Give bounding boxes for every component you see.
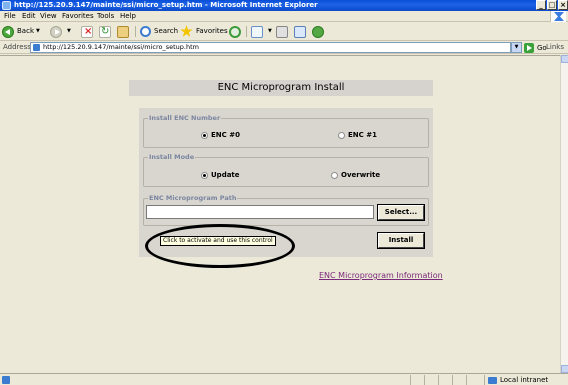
star-icon <box>180 25 193 37</box>
address-url: http://125.20.9.147/mainte/ssi/micro_set… <box>43 43 199 51</box>
go-button[interactable]: Go <box>524 42 547 53</box>
address-bar: Address http://125.20.9.147/mainte/ssi/m… <box>0 41 568 54</box>
status-cell <box>410 375 424 385</box>
highlight-ellipse <box>145 224 295 268</box>
chevron-down-icon[interactable]: ▼ <box>268 25 272 38</box>
close-button[interactable]: × <box>558 0 568 10</box>
select-button[interactable]: Select... <box>377 204 425 221</box>
zone-label: Local intranet <box>500 376 549 384</box>
install-mode-group: Install Mode Update Overwrite <box>143 153 429 187</box>
update-radio[interactable] <box>201 172 208 179</box>
stop-button[interactable] <box>81 25 96 38</box>
links-button[interactable]: Links <box>546 43 564 52</box>
favorites-label: Favorites <box>196 27 228 35</box>
chevron-down-icon[interactable]: ▼ <box>36 25 40 38</box>
minimize-button[interactable]: _ <box>536 0 546 10</box>
overwrite-option[interactable]: Overwrite <box>331 171 380 180</box>
install-button[interactable]: Install <box>377 232 425 249</box>
enc1-radio[interactable] <box>338 132 345 139</box>
microprogram-path-input[interactable] <box>146 205 374 219</box>
page-icon <box>33 44 40 51</box>
address-input[interactable]: http://125.20.9.147/mainte/ssi/micro_set… <box>30 42 511 53</box>
scroll-down-button[interactable] <box>561 365 568 373</box>
mail-icon <box>251 25 263 38</box>
windows-logo-icon <box>550 11 566 22</box>
maximize-button[interactable]: □ <box>547 0 557 10</box>
status-cell <box>424 375 438 385</box>
enc0-option[interactable]: ENC #0 <box>201 131 240 140</box>
standard-toolbar: Back ▼ ▼ Search Favorites ▼ <box>0 22 568 41</box>
enc1-label: ENC #1 <box>348 131 377 139</box>
enc-number-legend: Install ENC Number <box>148 114 222 123</box>
refresh-icon <box>99 25 111 38</box>
window-title-bar[interactable]: http://125.20.9.147/mainte/ssi/micro_set… <box>0 0 568 11</box>
back-arrow-icon <box>2 25 14 38</box>
refresh-button[interactable] <box>99 25 114 38</box>
install-mode-legend: Install Mode <box>148 153 196 162</box>
search-icon <box>140 26 151 37</box>
stop-icon <box>81 25 93 38</box>
overwrite-radio[interactable] <box>331 172 338 179</box>
vertical-scrollbar[interactable] <box>560 55 568 373</box>
address-label: Address <box>3 43 31 51</box>
print-button[interactable] <box>276 25 291 38</box>
menu-favorites[interactable]: Favorites <box>62 12 94 21</box>
toolbar-separator <box>246 26 247 37</box>
status-cell <box>452 375 466 385</box>
edit-page-icon <box>294 25 306 38</box>
ie-app-icon[interactable] <box>2 1 11 10</box>
security-zone[interactable]: Local intranet <box>484 375 548 385</box>
update-label: Update <box>211 171 240 179</box>
chevron-down-icon[interactable]: ▼ <box>67 25 71 38</box>
microprogram-path-legend: ENC Microprogram Path <box>148 194 238 203</box>
media-icon <box>229 25 241 38</box>
window-controls: _ □ × <box>535 0 568 11</box>
forward-arrow-icon <box>50 25 62 38</box>
menu-tools[interactable]: Tools <box>97 12 114 21</box>
status-cell <box>466 375 484 385</box>
enc0-radio[interactable] <box>201 132 208 139</box>
media-button[interactable] <box>229 25 244 38</box>
page-status-icon <box>2 376 10 384</box>
menu-bar: File Edit View Favorites Tools Help <box>0 11 568 22</box>
search-button[interactable]: Search <box>140 25 178 38</box>
enc-number-group: Install ENC Number ENC #0 ENC #1 <box>143 114 429 148</box>
status-cell <box>438 375 452 385</box>
mail-button[interactable]: ▼ <box>251 25 272 38</box>
back-button[interactable]: Back ▼ <box>2 25 40 38</box>
forward-button[interactable]: ▼ <box>50 25 71 38</box>
home-button[interactable] <box>117 25 132 38</box>
enc1-option[interactable]: ENC #1 <box>338 131 377 140</box>
printer-icon <box>276 25 288 38</box>
edit-button[interactable] <box>294 25 309 38</box>
update-option[interactable]: Update <box>201 171 240 180</box>
menu-edit[interactable]: Edit <box>22 12 36 21</box>
window-title: http://125.20.9.147/mainte/ssi/micro_set… <box>14 1 318 9</box>
go-arrow-icon <box>524 42 534 53</box>
home-icon <box>117 25 129 38</box>
messenger-button[interactable] <box>312 25 327 38</box>
microprogram-information-link[interactable]: ENC Microprogram Information <box>319 271 443 281</box>
scroll-up-button[interactable] <box>561 55 568 63</box>
messenger-icon <box>312 25 324 38</box>
toolbar-separator <box>135 26 136 37</box>
menu-file[interactable]: File <box>4 12 16 21</box>
page-title: ENC Microprogram Install <box>129 80 433 96</box>
address-dropdown-button[interactable]: ▼ <box>511 42 522 53</box>
favorites-button[interactable]: Favorites <box>180 25 228 38</box>
menu-view[interactable]: View <box>40 12 57 21</box>
search-label: Search <box>154 27 179 35</box>
enc0-label: ENC #0 <box>211 131 240 139</box>
overwrite-label: Overwrite <box>341 171 381 179</box>
menu-help[interactable]: Help <box>120 12 136 21</box>
intranet-icon <box>488 376 497 384</box>
back-label: Back <box>17 27 34 35</box>
status-bar: Local intranet <box>0 373 568 385</box>
